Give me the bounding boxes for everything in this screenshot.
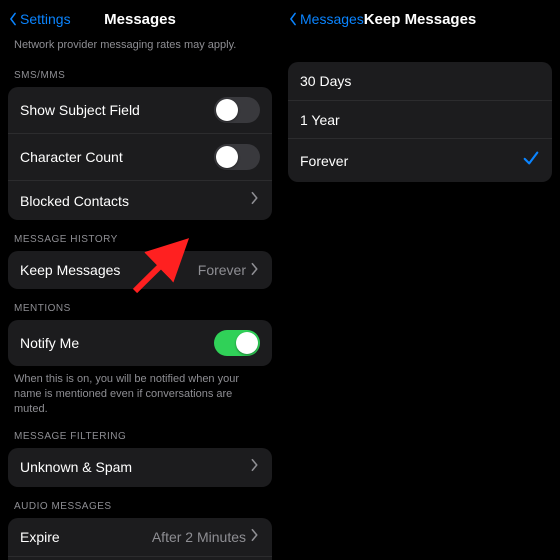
row-label: Unknown & Spam (20, 459, 132, 475)
chevron-right-icon (250, 262, 260, 279)
row-label: Keep Messages (20, 262, 120, 278)
option-label: Forever (300, 153, 348, 169)
back-button[interactable]: Settings (0, 11, 71, 27)
section-history: MESSAGE HISTORY (0, 220, 280, 251)
rates-note: Network provider messaging rates may app… (0, 38, 280, 56)
chevron-left-icon (286, 12, 300, 26)
option-30-days[interactable]: 30 Days (288, 62, 552, 100)
switch-show-subject[interactable] (214, 97, 260, 123)
row-expire[interactable]: Expire After 2 Minutes (8, 518, 272, 556)
group-audio: Expire After 2 Minutes Raise to Listen (8, 518, 272, 560)
row-value: After 2 Minutes (152, 529, 246, 545)
chevron-right-icon (250, 528, 260, 545)
checkmark-icon (522, 149, 540, 172)
row-raise-to-listen[interactable]: Raise to Listen (8, 556, 272, 560)
back-label: Messages (300, 11, 364, 27)
section-audio: AUDIO MESSAGES (0, 487, 280, 518)
row-unknown-spam[interactable]: Unknown & Spam (8, 448, 272, 487)
group-mentions: Notify Me (8, 320, 272, 366)
section-filtering: MESSAGE FILTERING (0, 417, 280, 448)
row-label: Blocked Contacts (20, 193, 129, 209)
chevron-right-icon (250, 458, 260, 477)
messages-settings-screen: Settings Messages Network provider messa… (0, 0, 280, 560)
row-label: Character Count (20, 149, 123, 165)
notify-footnote: When this is on, you will be notified wh… (0, 366, 280, 417)
row-keep-messages[interactable]: Keep Messages Forever (8, 251, 272, 289)
section-smsmms: SMS/MMS (0, 56, 280, 87)
nav-bar: Messages Keep Messages (280, 0, 560, 38)
row-label: Notify Me (20, 335, 79, 351)
group-filtering: Unknown & Spam (8, 448, 272, 487)
row-show-subject[interactable]: Show Subject Field (8, 87, 272, 133)
switch-notify-me[interactable] (214, 330, 260, 356)
option-label: 1 Year (300, 112, 340, 128)
row-label: Show Subject Field (20, 102, 140, 118)
back-button[interactable]: Messages (280, 11, 364, 27)
option-forever[interactable]: Forever (288, 138, 552, 182)
row-notify-me[interactable]: Notify Me (8, 320, 272, 366)
group-keep-options: 30 Days 1 Year Forever (288, 62, 552, 182)
chevron-right-icon (250, 191, 260, 210)
group-history: Keep Messages Forever (8, 251, 272, 289)
row-character-count[interactable]: Character Count (8, 133, 272, 180)
nav-bar: Settings Messages (0, 0, 280, 38)
row-blocked-contacts[interactable]: Blocked Contacts (8, 180, 272, 220)
back-label: Settings (20, 11, 71, 27)
option-1-year[interactable]: 1 Year (288, 100, 552, 138)
switch-character-count[interactable] (214, 144, 260, 170)
section-mentions: MENTIONS (0, 289, 280, 320)
group-smsmms: Show Subject Field Character Count Block… (8, 87, 272, 220)
option-label: 30 Days (300, 73, 351, 89)
chevron-left-icon (6, 12, 20, 26)
keep-messages-screen: Messages Keep Messages 30 Days 1 Year Fo… (280, 0, 560, 560)
row-label: Expire (20, 529, 60, 545)
row-value: Forever (198, 262, 246, 278)
